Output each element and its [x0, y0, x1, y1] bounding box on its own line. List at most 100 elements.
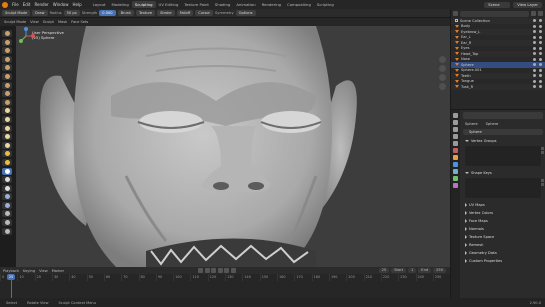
scrape-tool[interactable] — [2, 133, 12, 141]
draw-brush-tool[interactable] — [2, 30, 12, 37]
hide-in-viewport-icon[interactable] — [533, 63, 536, 67]
output-tab-icon[interactable] — [453, 127, 458, 132]
pinch-tool[interactable] — [2, 141, 12, 149]
scene-selector[interactable]: Scene — [484, 1, 511, 8]
disable-in-render-icon[interactable] — [539, 74, 542, 78]
play-icon[interactable] — [217, 268, 223, 273]
mesh-name-field[interactable]: Sphere — [463, 129, 543, 135]
panel-header[interactable]: Custom Properties — [461, 257, 545, 265]
disable-in-render-icon[interactable] — [539, 68, 542, 72]
panel-header[interactable]: Vertex Groups — [461, 137, 545, 145]
tab-compositing[interactable]: Compositing — [284, 1, 314, 8]
fill-tool[interactable] — [2, 124, 12, 132]
next-key-icon[interactable] — [224, 268, 230, 273]
brush-menu[interactable]: Brush — [117, 10, 134, 16]
panel-list-box[interactable] — [465, 146, 544, 166]
mode-selector[interactable]: Sculpt Mode — [2, 10, 31, 16]
menu-file[interactable]: File — [12, 2, 19, 7]
panel-header[interactable]: Face Maps — [461, 217, 545, 225]
blob-tool[interactable] — [2, 90, 12, 98]
disable-in-render-icon[interactable] — [539, 41, 542, 45]
disable-in-render-icon[interactable] — [539, 63, 542, 67]
frame-ruler[interactable]: 0 10 20 30 40 50 60 70 80 90 100 110 120 130 140 150 160… — [0, 274, 450, 281]
blender-logo-icon[interactable] — [2, 1, 8, 8]
symmetry-label[interactable]: Symmetry — [215, 11, 234, 15]
layer-tool[interactable] — [2, 72, 12, 80]
panel-header[interactable]: Normals — [461, 225, 545, 233]
disable-in-render-icon[interactable] — [539, 24, 542, 28]
menu-window[interactable]: Window — [53, 2, 69, 7]
timeline-view-menu[interactable]: View — [39, 269, 48, 273]
brush-selector[interactable]: Draw — [32, 10, 48, 16]
end-frame-field[interactable]: 250 — [433, 268, 446, 273]
flatten-tool[interactable] — [2, 115, 12, 123]
tab-rendering[interactable]: Rendering — [259, 1, 284, 8]
tool-tab-icon[interactable] — [453, 113, 458, 118]
hide-in-viewport-icon[interactable] — [533, 85, 536, 89]
hide-in-viewport-icon[interactable] — [533, 41, 536, 45]
panel-header[interactable]: Remesh — [461, 241, 545, 249]
view-layer-selector[interactable]: View Layer — [513, 1, 542, 8]
properties-search-input[interactable] — [463, 112, 543, 119]
hide-in-viewport-icon[interactable] — [533, 68, 536, 72]
box-hide-tool[interactable] — [2, 184, 12, 192]
tab-uv-editing[interactable]: UV Editing — [156, 1, 182, 8]
navigation-gizmo-icon[interactable] — [16, 26, 36, 46]
add-item-icon[interactable] — [541, 179, 544, 182]
disable-in-render-icon[interactable] — [539, 30, 542, 34]
prev-key-icon[interactable] — [204, 268, 210, 273]
snake-hook-tool[interactable] — [2, 158, 12, 166]
disable-in-render-icon[interactable] — [539, 46, 542, 50]
material-tab-icon[interactable] — [453, 183, 458, 188]
object-tab-icon[interactable] — [453, 155, 458, 160]
panel-header[interactable]: Shape Keys — [461, 169, 545, 177]
disable-in-render-icon[interactable] — [539, 35, 542, 39]
smooth-tool[interactable] — [2, 107, 12, 115]
panel-list-box[interactable] — [465, 178, 544, 198]
3d-viewport[interactable]: User Perspective (25) Sphere — [16, 26, 450, 267]
jump-start-icon[interactable] — [198, 268, 204, 273]
scene-tab-icon[interactable] — [453, 141, 458, 146]
outliner-row[interactable]: Tusk_R — [451, 84, 545, 90]
tab-layout[interactable]: Layout — [90, 1, 109, 8]
tab-modeling[interactable]: Modeling — [109, 1, 132, 8]
mask-menu[interactable]: Mask — [58, 20, 67, 24]
tab-animation[interactable]: Animation — [233, 1, 258, 8]
current-frame-field[interactable]: 25 — [378, 268, 390, 273]
modifiers-tab-icon[interactable] — [453, 162, 458, 167]
tab-texture-paint[interactable]: Texture Paint — [181, 1, 212, 8]
clay-strips-tool[interactable] — [2, 55, 12, 63]
remove-item-icon[interactable] — [541, 151, 544, 154]
pan-icon[interactable] — [439, 65, 446, 72]
tab-sculpting[interactable]: Sculpting — [131, 1, 156, 8]
start-frame-field[interactable]: 1 — [408, 268, 417, 273]
disable-in-render-icon[interactable] — [539, 57, 542, 61]
hide-in-viewport-icon[interactable] — [533, 30, 536, 34]
perspective-toggle-icon[interactable] — [439, 83, 446, 90]
strength-slider[interactable]: 0.500 — [99, 10, 116, 16]
add-item-icon[interactable] — [541, 147, 544, 150]
clay-tool[interactable] — [2, 47, 12, 55]
hide-in-viewport-icon[interactable] — [533, 52, 536, 56]
tab-scripting[interactable]: Scripting — [314, 1, 337, 8]
menu-help[interactable]: Help — [72, 2, 81, 7]
outliner-search-input[interactable] — [460, 10, 529, 17]
timeline-area[interactable]: 0 10 20 30 40 50 60 70 80 90 100 110 120 130 140 150 160… — [0, 274, 450, 298]
camera-icon[interactable] — [439, 74, 446, 81]
crease-tool[interactable] — [2, 98, 12, 106]
filter-icon[interactable] — [531, 11, 536, 16]
cloth-filter-tool[interactable] — [2, 201, 12, 209]
texture-menu[interactable]: Texture — [135, 10, 156, 16]
menu-edit[interactable]: Edit — [23, 2, 31, 7]
grab-tool[interactable] — [2, 150, 12, 158]
rotate-tool[interactable] — [2, 219, 12, 227]
panel-header[interactable]: UV Maps — [461, 201, 545, 209]
hide-in-viewport-icon[interactable] — [533, 19, 536, 23]
hide-in-viewport-icon[interactable] — [533, 35, 536, 39]
menu-render[interactable]: Render — [34, 2, 48, 7]
view-menu[interactable]: View — [30, 20, 39, 24]
box-mask-tool[interactable] — [2, 176, 12, 184]
move-tool[interactable] — [2, 210, 12, 218]
marker-menu[interactable]: Marker — [52, 269, 64, 273]
remove-item-icon[interactable] — [541, 183, 544, 186]
